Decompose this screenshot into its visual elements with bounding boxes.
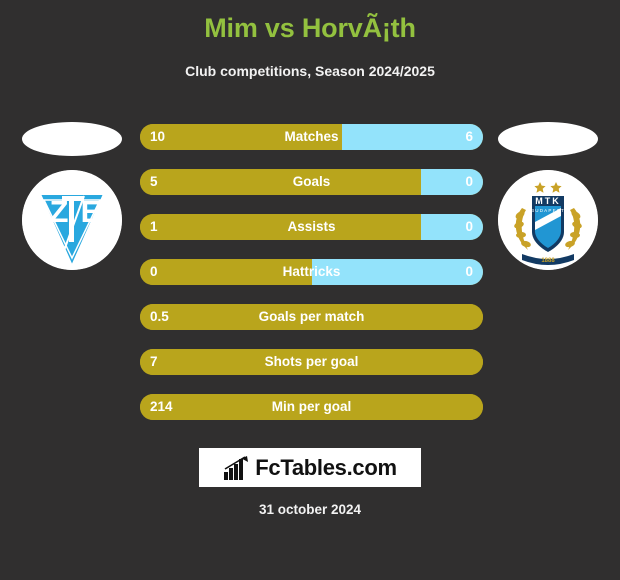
svg-text:BUDAPEST: BUDAPEST [531, 208, 565, 213]
away-value: 0 [465, 174, 473, 189]
page-subtitle: Club competitions, Season 2024/2025 [185, 63, 435, 79]
stat-label: Matches [284, 129, 339, 144]
away-team-badge: MTK BUDAPEST 1888 [498, 170, 598, 270]
stat-comparison-page: Mim vs HorvÃ¡th Club competitions, Seaso… [0, 0, 620, 580]
mtk-budapest-crest-icon: MTK BUDAPEST 1888 [498, 170, 598, 270]
stat-row: 0.5 Goals per match [140, 304, 483, 330]
stat-label: Goals [292, 174, 331, 189]
stat-row: 7 Shots per goal [140, 349, 483, 375]
home-badge-ellipse [22, 122, 122, 156]
stat-rows: 10 Matches 6 5 Goals 0 1 Assists 0 0 Hattricks 0 0.5… [140, 124, 483, 420]
stat-label: Assists [287, 219, 336, 234]
stat-label: Shots per goal [264, 354, 359, 369]
stat-label: Goals per match [258, 309, 365, 324]
home-team-badge: Z E [22, 170, 122, 270]
stat-row: 5 Goals 0 [140, 169, 483, 195]
stat-row: 0 Hattricks 0 [140, 259, 483, 285]
stat-label: Min per goal [271, 399, 352, 414]
zte-crest-icon: Z E [22, 170, 122, 270]
away-value: 0 [465, 264, 473, 279]
stat-row: 10 Matches 6 [140, 124, 483, 150]
bar-chart-arrow-icon [224, 455, 249, 480]
away-value: 6 [465, 129, 473, 144]
page-title: Mim vs HorvÃ¡th [204, 13, 416, 43]
stat-row: 214 Min per goal [140, 394, 483, 420]
away-value: 0 [465, 219, 473, 234]
fctables-logo-text: FcTables.com [255, 454, 397, 480]
svg-text:1888: 1888 [541, 258, 555, 264]
fctables-logo[interactable]: FcTables.com [199, 448, 421, 487]
away-badge-ellipse [498, 122, 598, 156]
stat-label: Hattricks [282, 264, 341, 279]
stat-row: 1 Assists 0 [140, 214, 483, 240]
svg-text:MTK: MTK [535, 196, 561, 206]
report-date: 31 october 2024 [258, 502, 362, 517]
